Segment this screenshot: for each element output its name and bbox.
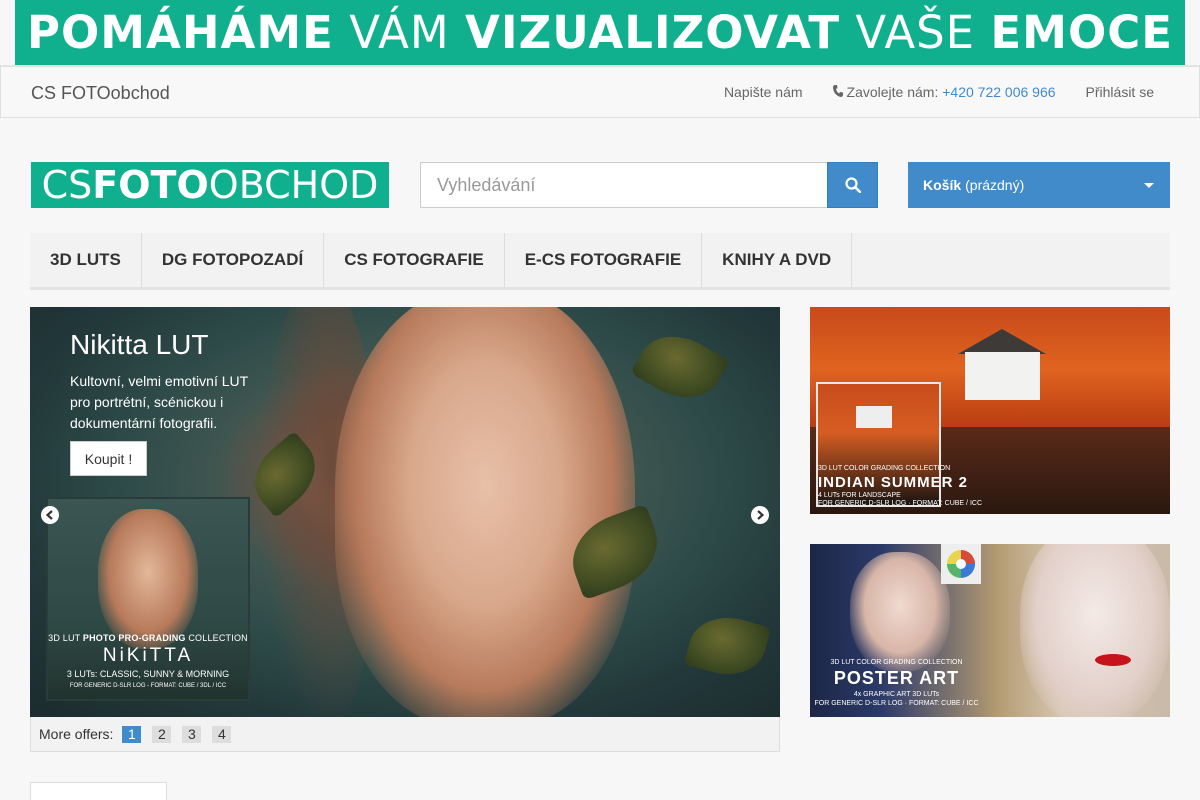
banner-word: POMÁHÁME [27,6,334,59]
banner-label-title: INDIAN SUMMER 2 [818,474,969,491]
pager-page[interactable]: 4 [212,725,232,743]
slide-image-leaf [683,608,772,684]
logo-text: CS [41,163,93,207]
banner-label: 3D LUT COLOR GRADING COLLECTION POSTER A… [810,659,983,707]
banner-word: VÁM [349,6,450,59]
pager-label: More offers: [39,726,114,742]
banner-label-line: FOR GENERIC D-SLR LOG · FORMAT: CUBE / I… [814,700,979,707]
hero-slider[interactable]: Nikitta LUT Kultovní, velmi emotivní LUT… [30,307,780,717]
slider-prev-button[interactable] [41,506,59,524]
product-cover-line: FOR GENERIC D-SLR LOG - FORMAT: CUBE / 3… [69,683,227,689]
banner-label: 3D LUT COLOR GRADING COLLECTION INDIAN S… [818,465,982,507]
banner-image-face [850,552,950,672]
slide-title: Nikitta LUT [70,329,209,360]
product-cover-line: 3 LUTs: CLASSIC, SUNNY & MORNING [66,669,230,679]
product-cover-line-part: 3D LUT [48,633,83,643]
top-navbar-inner: CS FOTOobchod Napište nám Zavolejte nám:… [0,66,1200,118]
poster-art-banner[interactable]: 3D LUT COLOR GRADING COLLECTION POSTER A… [810,544,1170,717]
pager-page[interactable]: 3 [182,725,202,743]
product-cover-face [98,509,198,649]
banner-word: EMOCE [990,6,1173,59]
logo-text: FOTO [92,163,209,207]
slide-image-face [335,307,635,717]
indian-summer-banner[interactable]: 3D LUT COLOR GRADING COLLECTION INDIAN S… [810,307,1170,514]
product-cover-text: 3D LUT PHOTO PRO-GRADING COLLECTION NiKi… [48,633,248,689]
color-wheel-icon [941,544,981,584]
category-e-cs-fotografie[interactable]: E-CS FOTOGRAFIE [505,233,703,287]
product-cover-name: NiKiTTA [102,645,194,666]
brand-link[interactable]: CS FOTOobchod [31,83,170,104]
site-logo[interactable]: CS FOTO OBCHOD [31,162,389,208]
slide-image-leaf [630,321,730,413]
pager-page[interactable]: 2 [152,725,172,743]
search-input[interactable] [420,162,828,208]
chevron-left-icon [45,510,53,520]
phone-icon [832,85,843,97]
bottom-tab[interactable] [30,782,167,800]
buy-button[interactable]: Koupit ! [70,441,147,476]
phone-link[interactable]: +420 722 006 966 [942,84,1055,100]
call-us-label: Zavolejte nám: [846,84,939,100]
top-navbar: CS FOTOobchod Napište nám Zavolejte nám:… [0,65,1200,118]
banner-label-title: POSTER ART [833,668,960,688]
top-navbar-links: Napište nám Zavolejte nám: +420 722 006 … [724,84,1154,100]
banner-label-line: 3D LUT COLOR GRADING COLLECTION [818,465,951,472]
slider-next-button[interactable] [751,506,769,524]
cart-label: Košík [923,177,962,193]
cart-dropdown[interactable]: Košík (prázdný) [908,162,1170,208]
banner-image-face [1020,544,1170,717]
banner-word: VIZUALIZOVAT [465,6,841,59]
banner-image-lips [1095,654,1131,666]
category-menu: 3D LUTS DG FOTOPOZADÍ CS FOTOGRAFIE E-CS… [30,233,1170,290]
search-icon [844,177,861,193]
product-cover-line-part: COLLECTION [185,633,248,643]
category-3d-luts[interactable]: 3D LUTS [30,233,142,287]
login-link[interactable]: Přihlásit se [1086,84,1154,100]
banner-image-house [965,352,1040,400]
top-banner[interactable]: POMÁHÁME VÁM VIZUALIZOVAT VAŠE EMOCE [15,0,1185,65]
chevron-right-icon [757,510,765,520]
banner-label-line: 3D LUT COLOR GRADING COLLECTION [830,659,963,666]
banner-label-line: 4 LUTs FOR LANDSCAPE [818,492,901,499]
pager-page[interactable]: 1 [122,725,142,743]
logo-text: OBCHOD [208,163,379,207]
banner-label-line: 4x GRAPHIC ART 3D LUTs [853,691,940,698]
banner-word: VAŠE [855,6,976,59]
banner-slogan: POMÁHÁME VÁM VIZUALIZOVAT VAŠE EMOCE [27,6,1173,59]
product-cover-line: 3D LUT PHOTO PRO-GRADING COLLECTION [48,633,248,643]
banner-label-line: FOR GENERIC D-SLR LOG · FORMAT: CUBE / I… [818,500,982,507]
category-knihy-a-dvd[interactable]: KNIHY A DVD [702,233,853,287]
cart-status: (prázdný) [965,177,1025,193]
search-button[interactable] [827,162,878,208]
category-dg-fotopozadi[interactable]: DG FOTOPOZADÍ [142,233,325,287]
banner-inset-house [856,406,892,428]
write-us-link[interactable]: Napište nám [724,84,803,100]
product-cover[interactable]: 3D LUT PHOTO PRO-GRADING COLLECTION NiKi… [46,497,250,701]
color-wheel-graphic [947,550,975,578]
banner-image-roof [958,329,1046,354]
slider-pager: More offers: 1 2 3 4 [30,717,780,752]
slide-description: Kultovní, velmi emotivní LUT pro portrét… [70,373,248,431]
caret-down-icon [1144,183,1154,188]
call-us: Zavolejte nám: +420 722 006 966 [832,84,1056,100]
product-cover-line-part: PHOTO PRO-GRADING [82,633,186,643]
category-cs-fotografie[interactable]: CS FOTOGRAFIE [324,233,505,287]
